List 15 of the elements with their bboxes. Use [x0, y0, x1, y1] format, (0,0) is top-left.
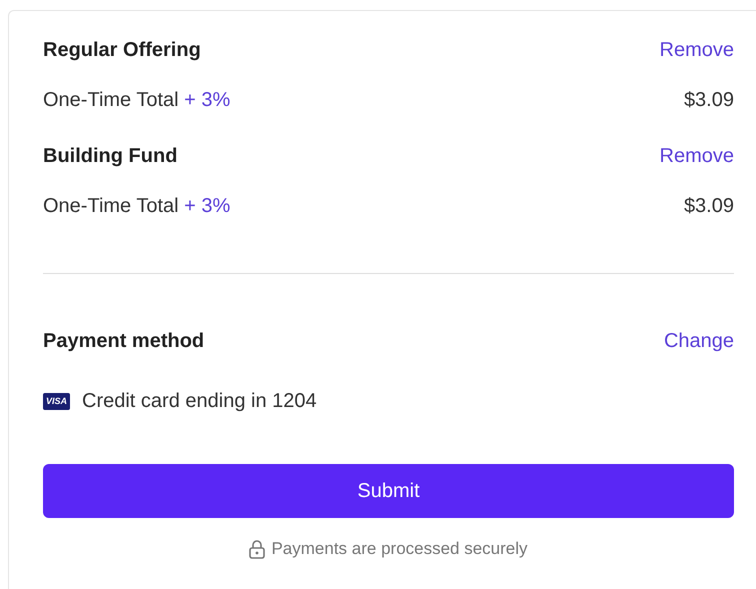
- total-label: One-Time Total + 3%: [43, 88, 230, 113]
- submit-button[interactable]: Submit: [43, 464, 734, 518]
- item-name: Building Fund: [43, 144, 178, 169]
- remove-link[interactable]: Remove: [660, 141, 734, 171]
- amount: $3.09: [684, 194, 734, 219]
- amount: $3.09: [684, 88, 734, 113]
- lock-icon: [249, 538, 266, 559]
- change-link[interactable]: Change: [664, 326, 734, 356]
- section-heading: Payment method: [43, 329, 204, 354]
- visa-card-icon: VISA: [43, 392, 70, 410]
- remove-link[interactable]: Remove: [660, 35, 734, 65]
- card-description: Credit card ending in 1204: [82, 389, 317, 414]
- item-name: Regular Offering: [43, 38, 201, 63]
- total-label: One-Time Total + 3%: [43, 194, 230, 219]
- security-note: Payments are processed securely: [271, 538, 528, 560]
